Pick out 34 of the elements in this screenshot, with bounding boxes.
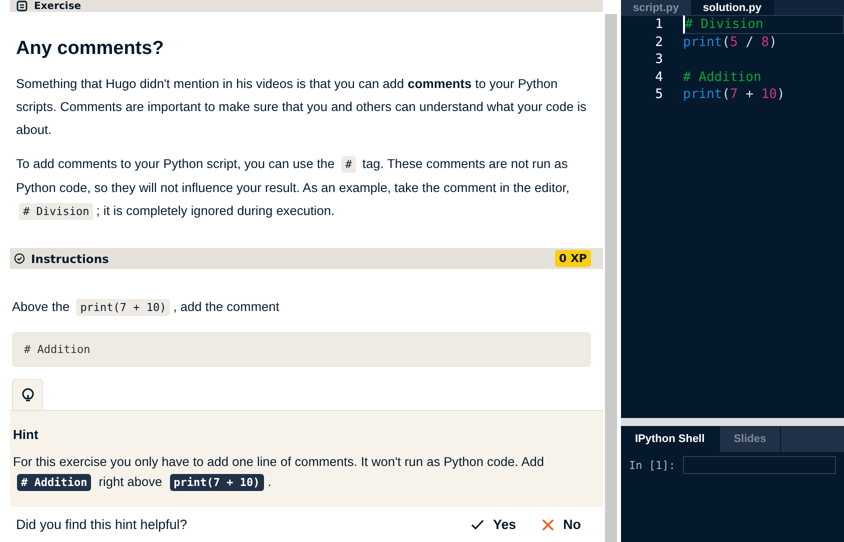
- check-icon: [471, 519, 484, 530]
- instructions-label: Instructions: [31, 252, 110, 266]
- shell-prompt: In [1]:: [629, 458, 676, 472]
- line-number: 4: [654, 70, 664, 85]
- file-tab[interactable]: solution.py: [690, 0, 774, 16]
- file-tab[interactable]: script.py: [621, 0, 691, 16]
- check-circle-icon: [14, 253, 25, 264]
- hint-button[interactable]: [12, 379, 43, 410]
- hint-title: Hint: [13, 427, 40, 442]
- instruction-text: Above the print(7 + 10) , add the comment: [12, 298, 280, 318]
- line-number: 5: [654, 87, 664, 102]
- code-line: print(5 / 8): [683, 34, 778, 51]
- yes-button[interactable]: Yes: [469, 515, 518, 534]
- lightbulb-icon: [20, 387, 34, 403]
- exercise-title: Any comments?: [16, 38, 165, 60]
- line-number: 2: [654, 34, 664, 50]
- paragraph: Something that Hugo didn't mention in his videos is that you can add comments to your Python scripts. Comments are important to make sure that you and others can understand what your code is about.: [16, 75, 587, 139]
- shell-tab[interactable]: IPython Shell: [621, 426, 720, 452]
- xp-badge: 0 XP: [554, 250, 591, 267]
- scrollbar[interactable]: [605, 14, 617, 542]
- code-editor[interactable]: script.py solution.py 1 # Division 2 print(5 / 8) 3 4 # Addition 5 print(7 + 10): [621, 0, 844, 418]
- hint-text: For this exercise you only have to add one line of comments. It won't run as Python code. Add # Addition right above print(7 + 10) .: [13, 453, 545, 493]
- code-block: # Addition: [12, 332, 591, 367]
- exercise-label: Exercise: [34, 0, 82, 12]
- document-icon: [16, 0, 28, 12]
- line-number: 1: [654, 17, 664, 32]
- code-line: print(7 + 10): [683, 86, 786, 104]
- line-number: 3: [654, 52, 664, 68]
- paragraph: To add comments to your Python script, you can use the # tag. These comments are not run as Python code, so they will not influence your result. As an example, take the comment in the editor, # Division ; it is completely ignored during execution.: [16, 155, 570, 222]
- feedback-question: Did you find this hint helpful?: [16, 517, 188, 532]
- shell-input[interactable]: [683, 456, 836, 474]
- code-line: # Addition: [683, 68, 762, 86]
- close-icon: [542, 518, 554, 530]
- no-button[interactable]: No: [540, 515, 583, 534]
